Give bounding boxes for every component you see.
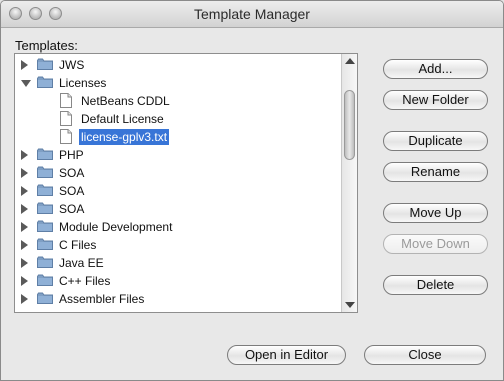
window-title: Template Manager <box>194 6 310 22</box>
templates-tree[interactable]: JWS Licenses NetBeans CDDL Default License l… <box>14 53 358 313</box>
tree-item-label: Default License <box>81 112 164 126</box>
tree-folder-row[interactable]: C Files <box>15 236 341 254</box>
tree-item-label: SOA <box>59 166 85 180</box>
tree-folder-row[interactable]: Java EE <box>15 254 341 272</box>
folder-icon <box>37 166 53 178</box>
tree-folder-row[interactable]: PHP <box>15 146 341 164</box>
folder-icon <box>37 238 53 250</box>
disclosure-collapsed-icon[interactable] <box>21 240 28 250</box>
move-down-button[interactable]: Move Down <box>383 234 488 254</box>
title-bar[interactable]: Template Manager <box>1 1 503 28</box>
tree-folder-row[interactable]: SOA <box>15 182 341 200</box>
duplicate-button[interactable]: Duplicate <box>383 131 488 151</box>
tree-item-label: Licenses <box>59 76 107 90</box>
tree-folder-row[interactable]: Licenses <box>15 74 341 92</box>
delete-button[interactable]: Delete <box>383 275 488 295</box>
folder-icon <box>37 256 53 268</box>
folder-icon <box>37 184 53 196</box>
tree-file-row[interactable]: NetBeans CDDL <box>15 92 341 110</box>
tree-file-row[interactable]: license-gplv3.txt <box>15 128 341 146</box>
close-button[interactable]: Close <box>364 345 486 365</box>
tree-folder-row[interactable]: SOA <box>15 164 341 182</box>
file-icon <box>60 93 72 108</box>
tree-item-label: Module Development <box>59 220 173 234</box>
tree-folder-row[interactable]: JWS <box>15 56 341 74</box>
open-in-editor-button[interactable]: Open in Editor <box>227 345 346 365</box>
tree-item-label: SOA <box>59 202 85 216</box>
folder-icon <box>37 202 53 214</box>
disclosure-expanded-icon[interactable] <box>21 80 31 87</box>
tree-item-label: Assembler Files <box>59 292 145 306</box>
folder-icon <box>37 148 53 160</box>
disclosure-collapsed-icon[interactable] <box>21 258 28 268</box>
template-manager-window: Template Manager Templates: JWS Licenses N… <box>0 0 504 381</box>
tree-file-row[interactable]: Default License <box>15 110 341 128</box>
folder-icon <box>37 220 53 232</box>
tree-item-label: SOA <box>59 184 85 198</box>
rename-button[interactable]: Rename <box>383 162 488 182</box>
tree-folder-row[interactable]: Module Development <box>15 218 341 236</box>
disclosure-collapsed-icon[interactable] <box>21 186 28 196</box>
scroll-thumb[interactable] <box>344 90 355 160</box>
disclosure-collapsed-icon[interactable] <box>21 222 28 232</box>
folder-icon <box>37 274 53 286</box>
disclosure-collapsed-icon[interactable] <box>21 168 28 178</box>
tree-item-label: JWS <box>59 58 85 72</box>
file-icon <box>60 129 72 144</box>
tree-folder-row[interactable]: Assembler Files <box>15 290 341 308</box>
folder-icon <box>37 292 53 304</box>
tree-scrollbar[interactable] <box>341 54 357 312</box>
scroll-up-arrow-icon[interactable] <box>345 58 355 64</box>
tree-item-label: C++ Files <box>59 274 111 288</box>
file-icon <box>60 111 72 126</box>
templates-label: Templates: <box>15 38 78 53</box>
disclosure-collapsed-icon[interactable] <box>21 204 28 214</box>
move-up-button[interactable]: Move Up <box>383 203 488 223</box>
add-button[interactable]: Add... <box>383 59 488 79</box>
tree-item-label: NetBeans CDDL <box>81 94 170 108</box>
disclosure-collapsed-icon[interactable] <box>21 294 28 304</box>
tree-folder-row[interactable]: C++ Files <box>15 272 341 290</box>
tree-item-label: PHP <box>59 148 84 162</box>
tree-folder-row[interactable]: SOA <box>15 200 341 218</box>
selected-tree-item-label: license-gplv3.txt <box>79 129 170 145</box>
folder-icon <box>37 76 53 88</box>
tree-item-label: Java EE <box>59 256 104 270</box>
new-folder-button[interactable]: New Folder <box>383 90 488 110</box>
disclosure-collapsed-icon[interactable] <box>21 60 28 70</box>
disclosure-collapsed-icon[interactable] <box>21 276 28 286</box>
disclosure-collapsed-icon[interactable] <box>21 150 28 160</box>
tree-item-label: C Files <box>59 238 97 252</box>
folder-icon <box>37 58 53 70</box>
scroll-down-arrow-icon[interactable] <box>345 302 355 308</box>
